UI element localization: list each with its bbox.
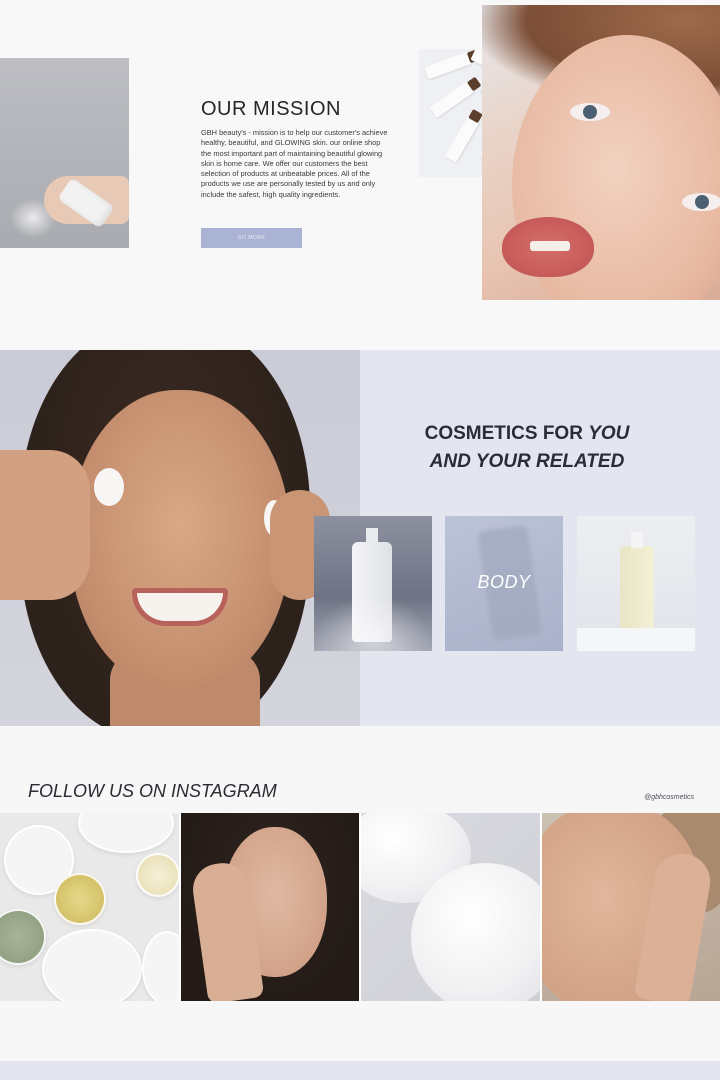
shelf-ledge xyxy=(577,628,695,651)
product-card-gel[interactable] xyxy=(577,516,695,651)
instagram-post-model-hand[interactable] xyxy=(180,813,359,1001)
oil-dish xyxy=(54,873,106,925)
instagram-post-lab-dishes[interactable] xyxy=(0,813,179,1001)
cream-dish xyxy=(136,853,179,897)
instagram-title: FOLLOW US ON INSTAGRAM xyxy=(28,781,277,801)
spray-hands-photo xyxy=(0,58,129,248)
cream-dab xyxy=(94,468,124,506)
pump-bottle xyxy=(620,532,654,638)
water-splash xyxy=(314,596,432,651)
eye xyxy=(682,193,720,211)
hand xyxy=(0,450,90,600)
cosmetics-section: COSMETICS FOR YOU AND YOUR RELATED BODY xyxy=(0,350,720,726)
instagram-grid xyxy=(0,813,720,1001)
teeth xyxy=(530,241,570,251)
heading-italic-line2: AND YOUR RELATED xyxy=(429,451,625,472)
mission-section: OUR MISSION GBH beauty's - mission is to… xyxy=(0,0,720,350)
petri-dish xyxy=(42,929,142,1001)
instagram-handle-link[interactable]: @gbhcosmetics xyxy=(644,794,694,801)
instagram-post-model-skincare[interactable] xyxy=(541,813,720,1001)
petri-dish xyxy=(78,813,174,853)
petri-dish xyxy=(142,931,179,1001)
footer-bar xyxy=(0,1061,720,1080)
cosmetics-heading: COSMETICS FOR YOU AND YOUR RELATED xyxy=(362,420,692,476)
body-label: BODY xyxy=(477,572,531,592)
mission-description: GBH beauty's - mission is to help our cu… xyxy=(201,128,388,199)
tube xyxy=(429,76,482,119)
heading-italic: YOU xyxy=(588,423,630,444)
go-more-button[interactable]: GO MORE xyxy=(201,228,302,248)
tube xyxy=(444,109,483,163)
instagram-post-cream-texture[interactable] xyxy=(361,813,540,1001)
face xyxy=(70,390,290,690)
product-card-body[interactable]: BODY xyxy=(445,516,563,651)
eye xyxy=(570,103,610,121)
heading-plain: COSMETICS FOR xyxy=(424,423,589,444)
mission-title: OUR MISSION xyxy=(201,98,341,120)
freckled-model-portrait xyxy=(482,5,720,300)
smiling-model-portrait xyxy=(0,350,360,726)
tube xyxy=(424,49,480,80)
clay-dish xyxy=(0,909,46,965)
product-card-lotion[interactable] xyxy=(314,516,432,651)
